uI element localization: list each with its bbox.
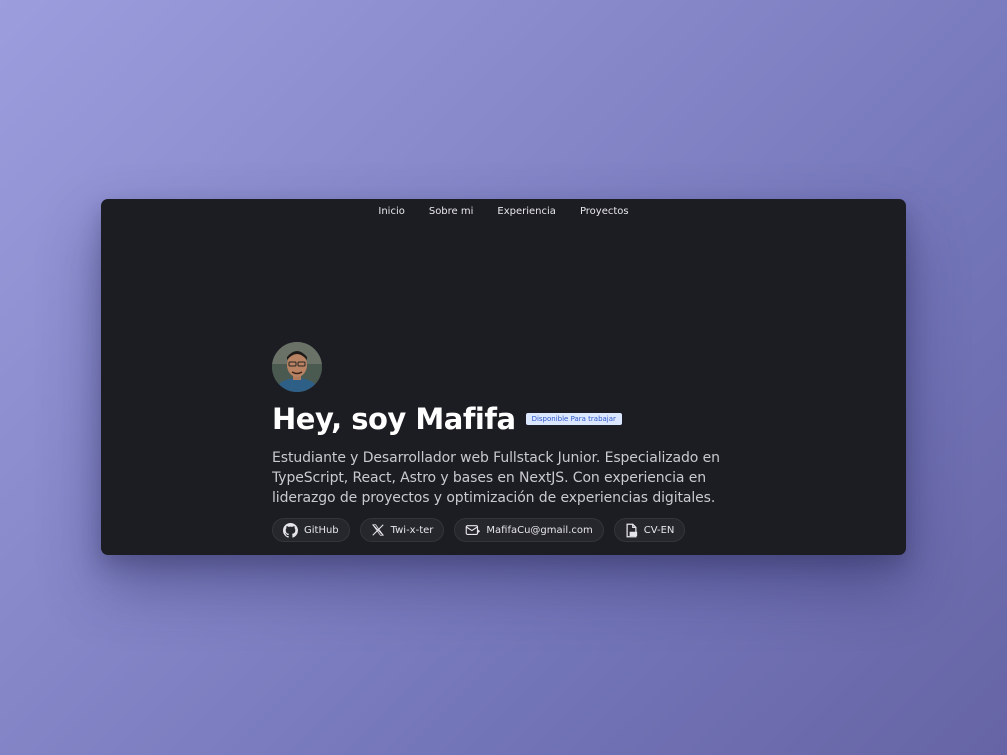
nav-item-inicio[interactable]: Inicio	[366, 205, 416, 219]
cv-link[interactable]: CV-EN	[613, 518, 686, 542]
twitter-label: Twi-x-ter	[390, 524, 434, 536]
avatar	[272, 342, 322, 392]
twitter-link[interactable]: Twi-x-ter	[359, 518, 445, 542]
hero-description: Estudiante y Desarrollador web Fullstack…	[272, 450, 720, 506]
hero-section: Hey, soy Mafifa Disponible Para trabajar…	[272, 342, 752, 542]
x-icon	[371, 523, 385, 537]
title-row: Hey, soy Mafifa Disponible Para trabajar	[272, 402, 752, 436]
nav-item-experiencia[interactable]: Experiencia	[485, 205, 568, 219]
social-links: GitHub Twi-x-ter MafifaCu@gmail.com CV-E…	[272, 518, 752, 542]
github-icon	[283, 522, 298, 538]
email-label: MafifaCu@gmail.com	[486, 524, 593, 536]
github-label: GitHub	[304, 524, 339, 536]
github-link[interactable]: GitHub	[272, 518, 350, 542]
email-link[interactable]: MafifaCu@gmail.com	[454, 518, 604, 542]
pdf-file-icon	[625, 523, 638, 538]
portfolio-window: Inicio Sobre mi Experiencia Proyectos He…	[101, 199, 906, 555]
top-nav: Inicio Sobre mi Experiencia Proyectos	[101, 205, 906, 219]
page-title: Hey, soy Mafifa	[272, 402, 516, 436]
cv-label: CV-EN	[643, 524, 675, 536]
nav-item-proyectos[interactable]: Proyectos	[568, 205, 641, 219]
nav-item-sobre-mi[interactable]: Sobre mi	[417, 205, 486, 219]
availability-badge: Disponible Para trabajar	[525, 413, 622, 425]
mail-icon	[465, 523, 481, 537]
